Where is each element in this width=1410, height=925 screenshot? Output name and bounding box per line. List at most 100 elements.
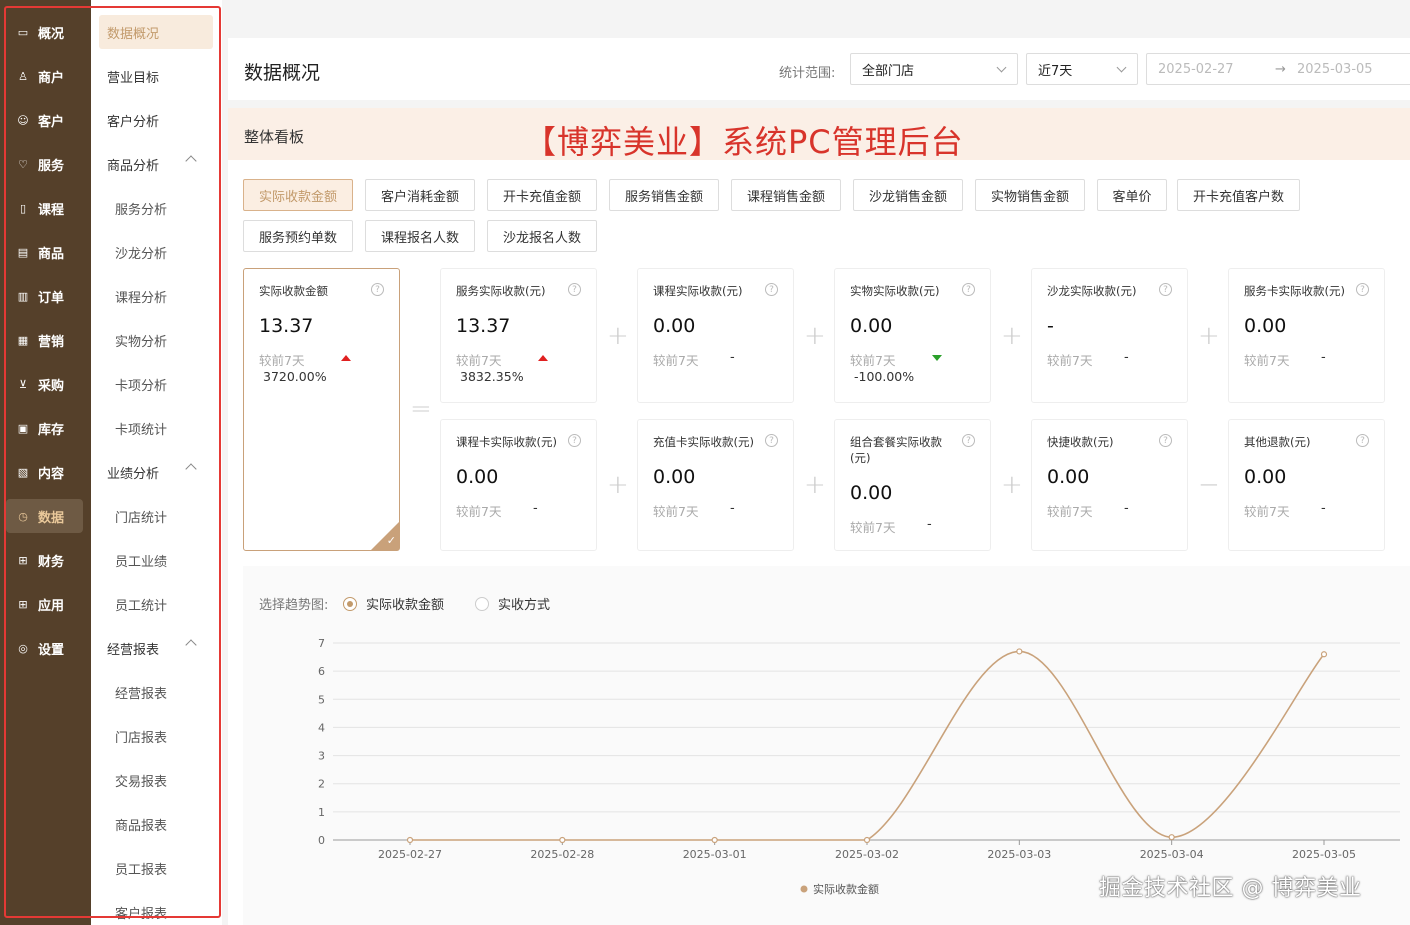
- submenu-item[interactable]: 卡项分析: [99, 367, 213, 401]
- help-icon[interactable]: ?: [1159, 283, 1172, 296]
- date-start[interactable]: 2025-02-27: [1158, 62, 1234, 77]
- period-select[interactable]: 近7天: [1026, 53, 1138, 85]
- arrow-right-icon: →: [1275, 62, 1286, 77]
- metric-tag[interactable]: 沙龙报名人数: [487, 220, 597, 252]
- help-icon[interactable]: ?: [568, 434, 581, 447]
- metric-tag[interactable]: 实际收款金额: [243, 179, 353, 211]
- marketing-icon: ▦: [17, 333, 29, 347]
- submenu-item[interactable]: 员工报表: [99, 851, 213, 885]
- chevron-down-icon: [996, 62, 1007, 73]
- metric-tag[interactable]: 客单价: [1097, 179, 1167, 211]
- metric-card[interactable]: 课程卡实际收款(元)? 0.00 较前7天 -: [440, 419, 597, 551]
- submenu-item[interactable]: 商品分析: [99, 147, 213, 181]
- compare-label: 较前7天: [1047, 504, 1093, 519]
- card-title: 组合套餐实际收款(元): [850, 435, 942, 465]
- metric-card[interactable]: 课程实际收款(元)? 0.00 较前7天 -: [637, 268, 794, 403]
- metric-card[interactable]: 服务实际收款(元)? 13.37 较前7天 3832.35%: [440, 268, 597, 403]
- sidebar-item-7[interactable]: ▦ 营销: [6, 323, 83, 357]
- metric-card[interactable]: 其他退款(元)? 0.00 较前7天 -: [1228, 419, 1385, 551]
- metric-tag[interactable]: 实物销售金额: [975, 179, 1085, 211]
- sidebar-item-14[interactable]: ◎ 设置: [6, 631, 83, 665]
- metric-card[interactable]: 充值卡实际收款(元)? 0.00 较前7天 -: [637, 419, 794, 551]
- metric-tag[interactable]: 客户消耗金额: [365, 179, 475, 211]
- plus-icon: +: [607, 470, 629, 500]
- help-icon[interactable]: ?: [765, 283, 778, 296]
- sidebar-item-label: 应用: [38, 598, 65, 614]
- help-icon[interactable]: ?: [765, 434, 778, 447]
- metric-card[interactable]: 沙龙实际收款(元)? - 较前7天 -: [1031, 268, 1188, 403]
- x-tick-label: 2025-03-01: [683, 848, 747, 861]
- sidebar-item-10[interactable]: ▧ 内容: [6, 455, 83, 489]
- date-end[interactable]: 2025-03-05: [1297, 62, 1373, 77]
- submenu-item[interactable]: 业绩分析: [99, 455, 213, 489]
- data-point: [1320, 651, 1328, 658]
- submenu-item[interactable]: 门店统计: [99, 499, 213, 533]
- sidebar-item-6[interactable]: ▥ 订单: [6, 279, 83, 313]
- dashboard-content: 实际收款金额 客户消耗金额 开卡充值金额 服务销售金额 课程销售金额 沙龙销售金额 实物销售…: [228, 160, 1410, 925]
- submenu-item[interactable]: 服务分析: [99, 191, 213, 225]
- metric-tag[interactable]: 课程报名人数: [365, 220, 475, 252]
- help-icon[interactable]: ?: [1356, 283, 1369, 296]
- sidebar-item-11[interactable]: ◷ 数据: [6, 499, 83, 533]
- metric-tag[interactable]: 服务预约单数: [243, 220, 353, 252]
- sidebar-item-13[interactable]: ⊞ 应用: [6, 587, 83, 621]
- submenu-item[interactable]: 数据概况: [99, 15, 213, 49]
- main-metric-card[interactable]: 实际收款金额? 13.37 较前7天 3720.00% ✓: [243, 268, 400, 551]
- inventory-icon: ▣: [17, 421, 29, 435]
- metric-tag[interactable]: 沙龙销售金额: [853, 179, 963, 211]
- submenu-item[interactable]: 课程分析: [99, 279, 213, 313]
- metric-tag[interactable]: 开卡充值客户数: [1177, 179, 1300, 211]
- help-icon[interactable]: ?: [1356, 434, 1369, 447]
- submenu-item[interactable]: 经营报表: [99, 675, 213, 709]
- sidebar-item-12[interactable]: ⊞ 财务: [6, 543, 83, 577]
- metric-card[interactable]: 服务卡实际收款(元)? 0.00 较前7天 -: [1228, 268, 1385, 403]
- help-icon[interactable]: ?: [962, 434, 975, 447]
- help-icon[interactable]: ?: [568, 283, 581, 296]
- help-icon[interactable]: ?: [371, 283, 384, 296]
- sidebar-item-label: 库存: [38, 422, 65, 438]
- submenu-item[interactable]: 员工业绩: [99, 543, 213, 577]
- help-icon[interactable]: ?: [1159, 434, 1172, 447]
- minus-icon: −: [1198, 470, 1220, 500]
- submenu-item[interactable]: 交易报表: [99, 763, 213, 797]
- sidebar-item-label: 概况: [38, 26, 65, 42]
- sidebar-item-5[interactable]: ▤ 商品: [6, 235, 83, 269]
- y-tick-label: 7: [318, 637, 325, 650]
- submenu-item[interactable]: 卡项统计: [99, 411, 213, 445]
- sidebar-item-0[interactable]: ▭ 概况: [6, 15, 83, 49]
- sidebar-item-3[interactable]: ♡ 服务: [6, 147, 83, 181]
- submenu-item[interactable]: 客户报表: [99, 895, 213, 925]
- compare-label: 较前7天: [850, 520, 896, 535]
- submenu-item[interactable]: 营业目标: [99, 59, 213, 93]
- metric-tag[interactable]: 开卡充值金额: [487, 179, 597, 211]
- metric-card[interactable]: 实物实际收款(元)? 0.00 较前7天 -100.00%: [834, 268, 991, 403]
- order-icon: ▥: [17, 289, 29, 303]
- x-tick-label: 2025-02-27: [378, 848, 442, 861]
- sidebar-item-2[interactable]: ☺ 客户: [6, 103, 83, 137]
- submenu-item[interactable]: 经营报表: [99, 631, 213, 665]
- submenu-item[interactable]: 客户分析: [99, 103, 213, 137]
- metric-tag[interactable]: 课程销售金额: [731, 179, 841, 211]
- compare-label: 较前7天: [653, 504, 699, 519]
- metric-tag[interactable]: 服务销售金额: [609, 179, 719, 211]
- sidebar-item-1[interactable]: ♙ 商户: [6, 59, 83, 93]
- date-range-picker[interactable]: 2025-02-27 → 2025-03-05: [1146, 53, 1410, 85]
- y-tick-label: 5: [318, 693, 325, 706]
- submenu-item[interactable]: 商品报表: [99, 807, 213, 841]
- help-icon[interactable]: ?: [962, 283, 975, 296]
- submenu-item-label: 业绩分析: [107, 466, 160, 482]
- submenu-item[interactable]: 实物分析: [99, 323, 213, 357]
- board-header: 整体看板 【博弈美业】系统PC管理后台: [228, 108, 1410, 161]
- store-select[interactable]: 全部门店: [850, 53, 1018, 85]
- submenu-item-label: 营业目标: [107, 70, 160, 86]
- chevron-up-icon: [185, 155, 197, 167]
- metric-card[interactable]: 快捷收款(元)? 0.00 较前7天 -: [1031, 419, 1188, 551]
- metric-card[interactable]: 组合套餐实际收款(元)? 0.00 较前7天 -: [834, 419, 991, 551]
- submenu-item[interactable]: 沙龙分析: [99, 235, 213, 269]
- card-title: 课程卡实际收款(元): [456, 435, 557, 449]
- sidebar-item-4[interactable]: ▯ 课程: [6, 191, 83, 225]
- sidebar-item-8[interactable]: ⊻ 采购: [6, 367, 83, 401]
- sidebar-item-9[interactable]: ▣ 库存: [6, 411, 83, 445]
- submenu-item[interactable]: 门店报表: [99, 719, 213, 753]
- submenu-item[interactable]: 员工统计: [99, 587, 213, 621]
